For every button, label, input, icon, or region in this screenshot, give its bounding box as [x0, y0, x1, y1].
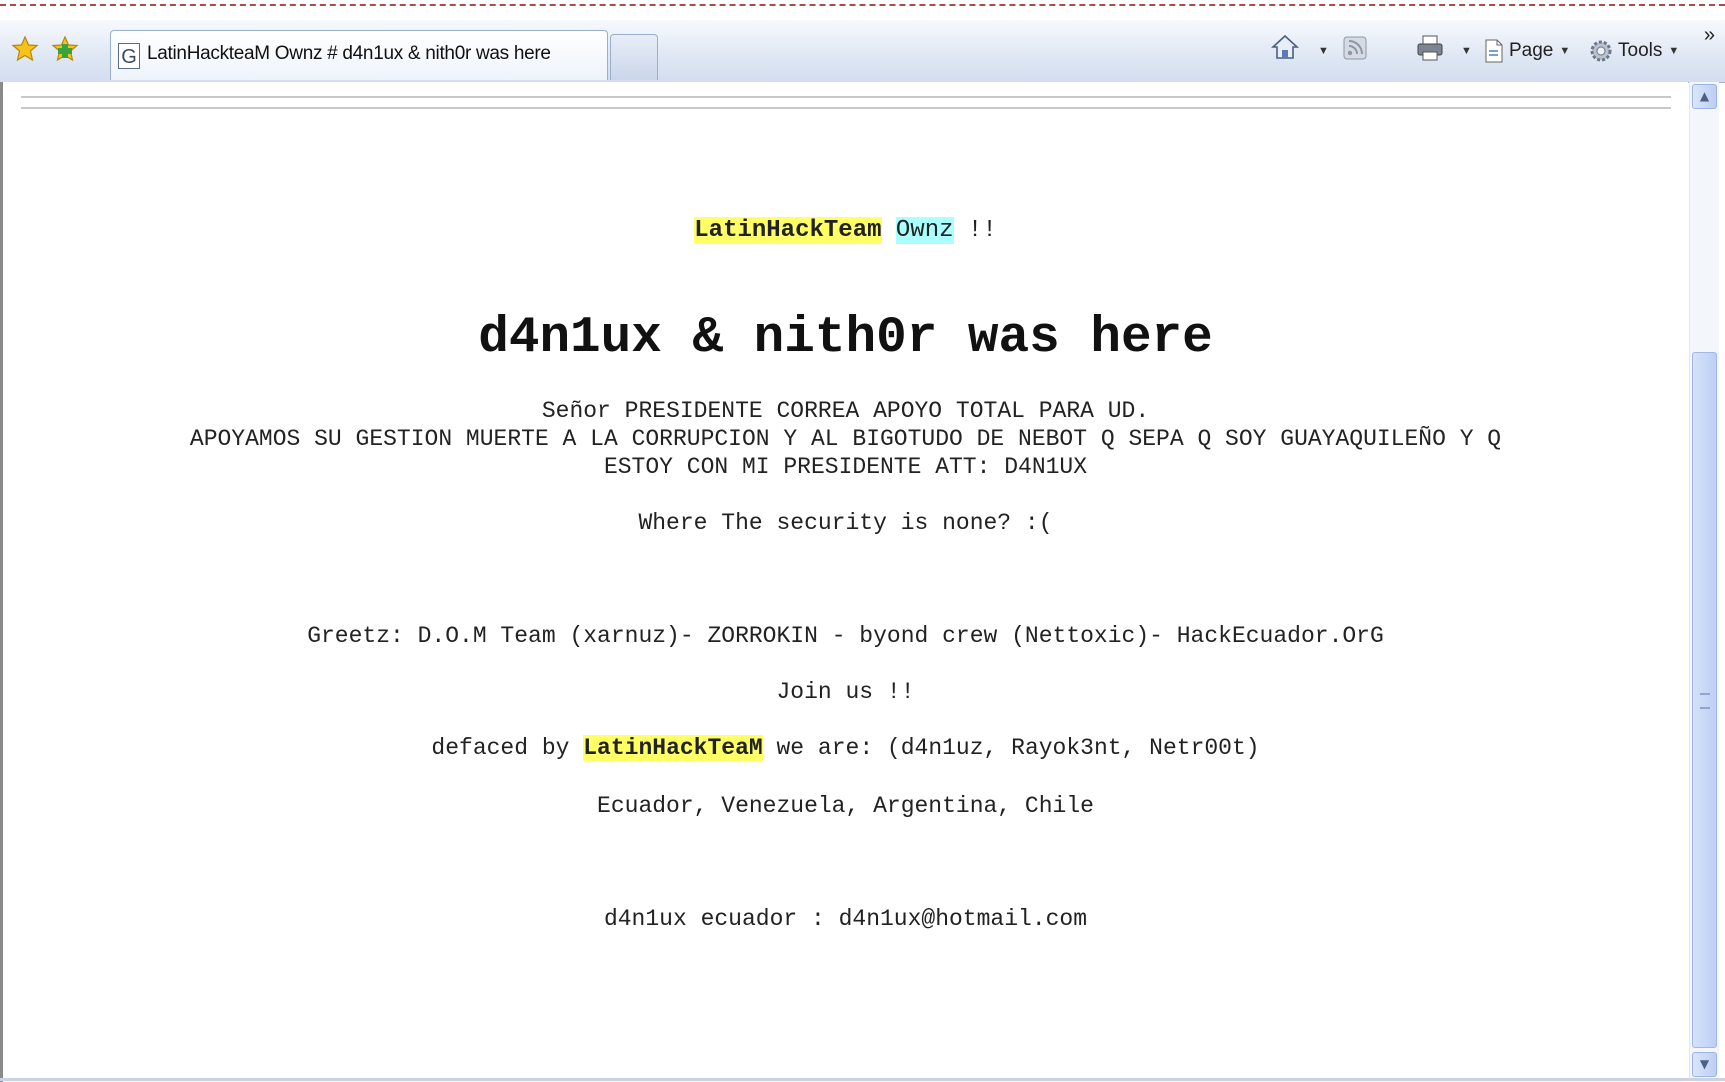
defaced-team: LatinHackTeaM: [583, 735, 763, 761]
add-favorites-icon[interactable]: [50, 34, 80, 64]
chevron-down-icon: ▼: [1668, 45, 1680, 57]
banner-line: LatinHackTeam Ownz !!: [3, 217, 1688, 244]
message-line-1: Señor PRESIDENTE CORREA APOYO TOTAL PARA…: [541, 398, 1150, 424]
browser-toolbar: G LatinHackteaM Ownz # d4n1ux & nith0r w…: [0, 20, 1725, 83]
scroll-down-button[interactable]: ▼: [1692, 1052, 1717, 1077]
print-dropdown[interactable]: ▼: [1455, 34, 1472, 68]
page-menu[interactable]: Page ▼: [1483, 34, 1570, 68]
greetz-line: Greetz: D.O.M Team (xarnuz)- ZORROKIN - …: [307, 623, 1384, 649]
home-icon[interactable]: [1270, 32, 1300, 62]
banner-exclaim: !!: [967, 217, 997, 244]
message-line-2: APOYAMOS SU GESTION MUERTE A LA CORRUPCI…: [189, 426, 1502, 452]
favorites-star-icon[interactable]: [10, 34, 40, 64]
banner-ownz: Ownz: [895, 217, 954, 244]
defaced-line: defaced by LatinHackTeaM we are: (d4n1uz…: [3, 735, 1688, 761]
countries-line: Ecuador, Venezuela, Argentina, Chile: [597, 793, 1094, 819]
join-line: Join us !!: [776, 679, 915, 705]
scroll-up-button[interactable]: ▲: [1692, 84, 1717, 109]
scroll-grip-icon: [1700, 693, 1710, 709]
page-menu-label: Page: [1509, 40, 1554, 61]
toolbar-overflow-icon[interactable]: »: [1704, 24, 1715, 47]
vertical-scrollbar[interactable]: ▲ ▼: [1689, 82, 1719, 1078]
page-heading: d4n1ux & nith0r was here: [478, 310, 1213, 367]
contact-line: d4n1ux ecuador : d4n1ux@hotmail.com: [603, 906, 1088, 932]
print-icon[interactable]: [1415, 33, 1445, 63]
message-line-3: ESTOY CON MI PRESIDENTE ATT: D4N1UX: [603, 454, 1088, 480]
home-dropdown[interactable]: ▼: [1312, 34, 1329, 68]
banner-team: LatinHackTeam: [694, 217, 882, 244]
tab-favicon: G: [118, 43, 140, 69]
page-icon: [1483, 38, 1505, 64]
tab-title: LatinHackteaM Ownz # d4n1ux & nith0r was…: [147, 43, 551, 64]
security-line: Where The security is none? :(: [638, 510, 1053, 536]
scroll-thumb[interactable]: [1692, 352, 1717, 1048]
defaced-suffix: we are: (d4n1uz, Rayok3nt, Netr00t): [776, 735, 1260, 761]
top-rule: [21, 96, 1671, 98]
tools-gear-icon: [1588, 38, 1614, 64]
tab-active[interactable]: G LatinHackteaM Ownz # d4n1ux & nith0r w…: [110, 30, 608, 80]
chevron-down-icon: ▼: [1559, 45, 1571, 57]
top-rule: [21, 107, 1671, 109]
page-content: LatinHackTeam Ownz !! d4n1ux & nith0r wa…: [3, 82, 1688, 1078]
feeds-icon[interactable]: [1340, 33, 1370, 63]
tools-menu[interactable]: Tools ▼: [1588, 34, 1679, 68]
new-tab-button[interactable]: [610, 34, 658, 80]
tools-menu-label: Tools: [1618, 40, 1663, 61]
defaced-prefix: defaced by: [431, 735, 570, 761]
crop-dashed-line: [0, 4, 1725, 6]
